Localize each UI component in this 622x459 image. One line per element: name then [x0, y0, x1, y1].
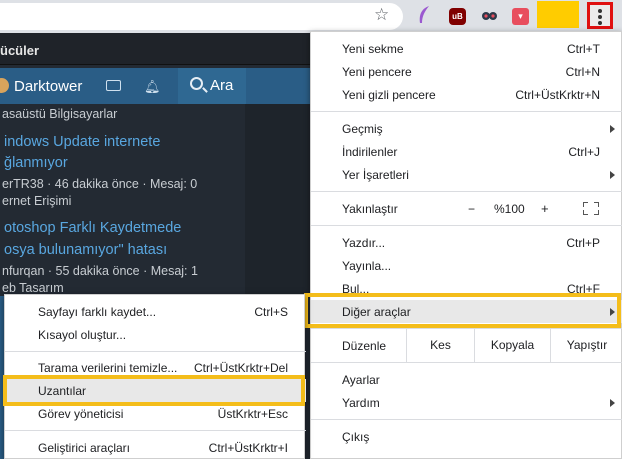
thread-title[interactable]: ğlanmıyor	[4, 155, 68, 171]
zoom-in-button[interactable]: +	[541, 201, 549, 216]
menu-item-label: Yeni gizli pencere	[342, 88, 436, 102]
menu-item-label: Yardım	[342, 396, 380, 410]
menu-divider	[5, 430, 306, 431]
menu-item-save-page[interactable]: Sayfayı farklı kaydet... Ctrl+S	[5, 300, 306, 323]
submenu-arrow-icon	[610, 125, 615, 133]
fullscreen-icon[interactable]	[583, 202, 599, 215]
sidebar-strip	[245, 104, 310, 294]
menu-item-label: Ayarlar	[342, 373, 380, 387]
menu-divider	[311, 362, 622, 363]
cut-button[interactable]: Kes	[406, 329, 474, 362]
menu-item-shortcut: Ctrl+ÜstKrktr+Del	[193, 361, 288, 375]
menu-item-label: Kısayol oluştur...	[38, 328, 127, 342]
menu-item-label: Tarama verilerini temizle...	[38, 361, 178, 375]
thread-title[interactable]: indows Update internete	[4, 134, 160, 150]
menu-item-new-window[interactable]: Yeni pencere Ctrl+N	[311, 60, 622, 83]
search-button[interactable]: Ara	[178, 68, 246, 104]
menu-item-print[interactable]: Yazdır... Ctrl+P	[311, 231, 622, 254]
pocket-icon[interactable]: ▾	[512, 8, 529, 25]
menu-item-history[interactable]: Geçmiş	[311, 117, 622, 140]
menu-item-label: Düzenle	[342, 339, 387, 353]
owl-extension-icon[interactable]	[481, 8, 498, 25]
extensions-highlight	[3, 375, 305, 406]
menu-item-label: Sayfayı farklı kaydet...	[38, 305, 157, 319]
menu-item-zoom: Yakınlaştır − %100 +	[311, 197, 622, 220]
kebab-menu-icon[interactable]	[587, 2, 613, 29]
menu-item-label: Yeni pencere	[342, 65, 412, 79]
menu-item-bookmarks[interactable]: Yer İşaretleri	[311, 163, 622, 186]
user-bar: Darktower 🔔︎ Ara	[0, 68, 310, 104]
browser-main-menu: Yeni sekme Ctrl+T Yeni pencere Ctrl+N Ye…	[310, 31, 622, 459]
menu-item-shortcut: Ctrl+J	[568, 145, 600, 159]
thread-category[interactable]: eb Tasarım	[2, 281, 64, 295]
section-title: ücüler	[0, 43, 40, 58]
menu-item-label: Yeni sekme	[342, 42, 404, 56]
menu-divider	[5, 351, 306, 352]
menu-item-new-incognito[interactable]: Yeni gizli pencere Ctrl+ÜstKrktr+N	[311, 83, 622, 106]
copy-button[interactable]: Kopyala	[474, 329, 550, 362]
star-icon[interactable]: ☆	[374, 5, 389, 25]
zoom-level: %100	[494, 202, 525, 216]
thread-category[interactable]: asaüstü Bilgisayarlar	[2, 107, 117, 121]
menu-item-new-tab[interactable]: Yeni sekme Ctrl+T	[311, 37, 622, 60]
menu-item-shortcut: Ctrl+S	[254, 305, 288, 319]
browser-toolbar: ☆ uB ▾	[0, 0, 622, 33]
menu-item-create-shortcut[interactable]: Kısayol oluştur...	[5, 323, 306, 346]
address-bar[interactable]	[0, 3, 403, 30]
more-tools-highlight	[304, 293, 621, 328]
menu-item-settings[interactable]: Ayarlar	[311, 368, 622, 391]
menu-item-shortcut: Ctrl+P	[566, 236, 600, 250]
menu-item-help[interactable]: Yardım	[311, 391, 622, 414]
menu-item-label: Geçmiş	[342, 122, 383, 136]
zoom-out-button[interactable]: −	[468, 202, 475, 216]
thread-title[interactable]: otoshop Farklı Kaydetmede	[4, 220, 181, 236]
menu-item-label: Yer İşaretleri	[342, 168, 409, 182]
menu-item-developer-tools[interactable]: Geliştirici araçları Ctrl+ÜstKrktr+I	[5, 436, 306, 459]
menu-item-downloads[interactable]: İndirilenler Ctrl+J	[311, 140, 622, 163]
menu-item-label: Geliştirici araçları	[38, 441, 131, 455]
username-link[interactable]: Darktower	[14, 78, 82, 95]
thread-title[interactable]: osya bulunamıyor" hatası	[4, 242, 167, 258]
menu-divider	[311, 419, 622, 420]
search-icon	[190, 77, 203, 90]
menu-item-label: Çıkış	[342, 430, 370, 444]
menu-divider	[311, 191, 622, 192]
search-label: Ara	[210, 77, 234, 94]
menu-item-label: Yakınlaştır	[342, 202, 398, 216]
thread-category[interactable]: ernet Erişimi	[2, 194, 71, 208]
menu-item-shortcut: Ctrl+ÜstKrktr+N	[515, 88, 600, 102]
menu-divider	[311, 225, 622, 226]
mail-icon[interactable]	[106, 80, 121, 91]
avatar[interactable]	[0, 78, 9, 93]
menu-item-exit[interactable]: Çıkış	[311, 425, 622, 448]
menu-item-shortcut: Ctrl+N	[565, 65, 600, 79]
bell-icon[interactable]: 🔔︎	[144, 79, 161, 95]
thread-meta: erTR38 · 46 dakika önce · Mesaj: 0	[2, 177, 198, 191]
submenu-arrow-icon	[610, 399, 615, 407]
menu-item-label: Yazdır...	[342, 236, 386, 250]
paste-button[interactable]: Yapıştır	[550, 329, 622, 362]
feather-extension-icon[interactable]	[417, 5, 431, 25]
menu-item-label: İndirilenler	[342, 145, 398, 159]
extension-placeholder[interactable]	[537, 1, 579, 28]
menu-item-label: Yayınla...	[342, 259, 392, 273]
thread-meta: nfurqan · 55 dakika önce · Mesaj: 1	[2, 264, 198, 278]
menu-item-cast[interactable]: Yayınla...	[311, 254, 622, 277]
menu-divider	[311, 111, 622, 112]
menu-item-label: Görev yöneticisi	[38, 407, 124, 421]
menu-item-shortcut: Ctrl+ÜstKrktr+I	[208, 441, 288, 455]
menu-item-shortcut: Ctrl+T	[567, 42, 600, 56]
submenu-arrow-icon	[610, 171, 615, 179]
menu-item-shortcut: ÜstKrktr+Esc	[217, 407, 288, 421]
ublock-icon[interactable]: uB	[449, 8, 466, 25]
menu-item-edit: Düzenle Kes Kopyala Yapıştır	[311, 329, 622, 362]
